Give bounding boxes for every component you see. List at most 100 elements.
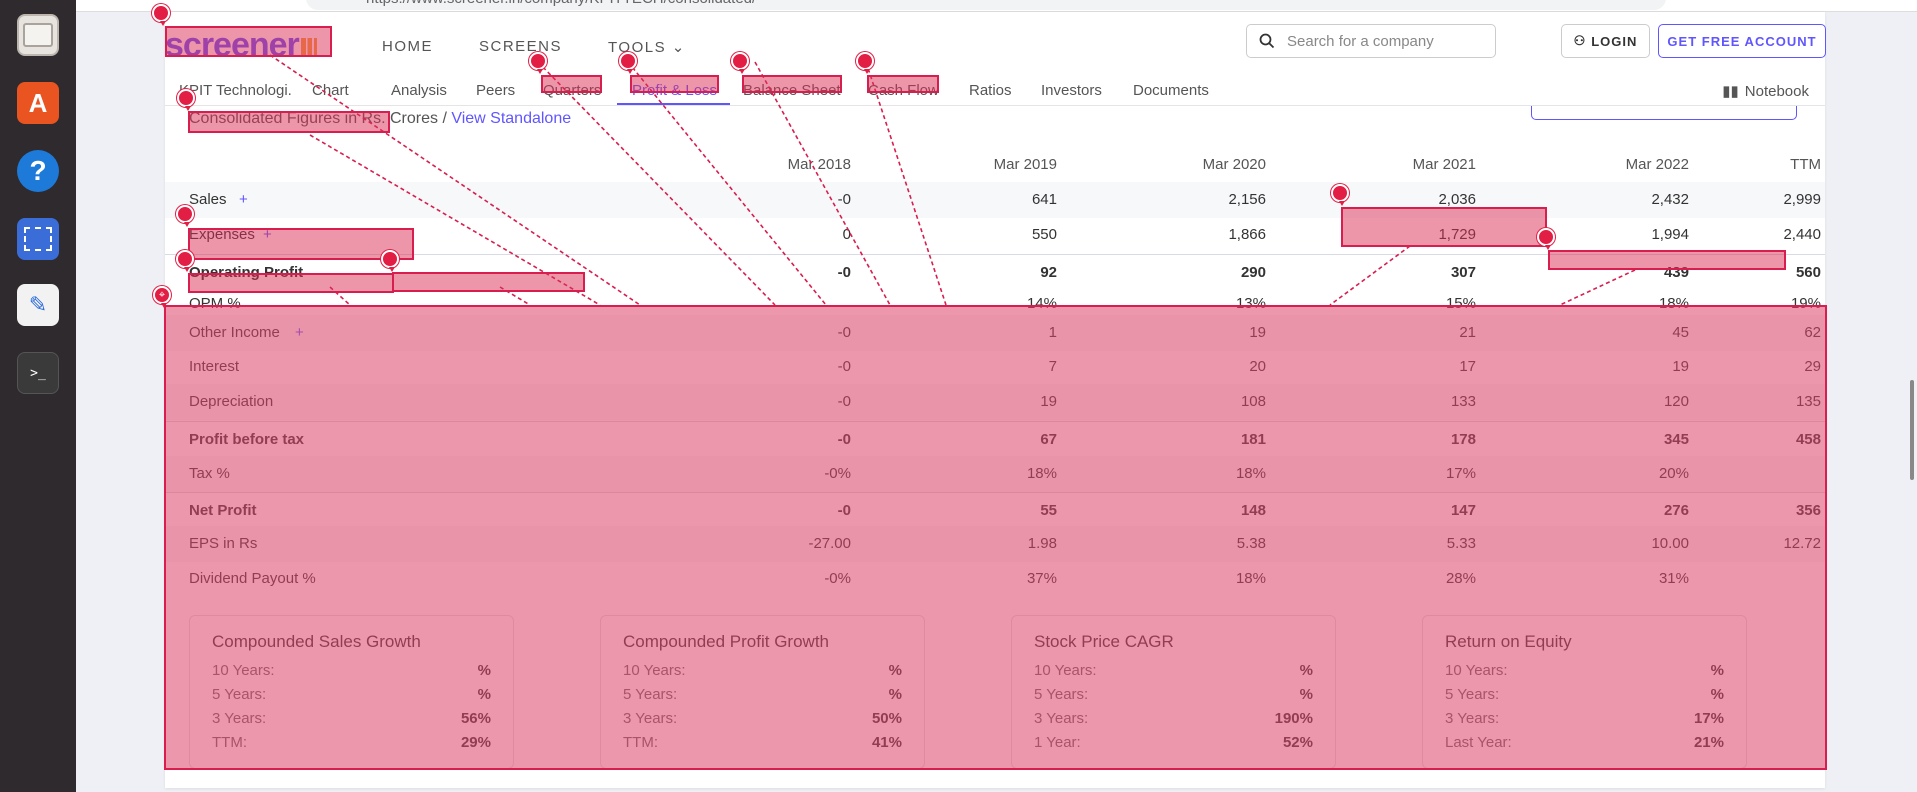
tab-company-name[interactable]: KPIT Technologi. <box>179 82 292 99</box>
login-button[interactable]: ⚇ LOGIN <box>1561 24 1650 58</box>
row-label: Operating Profit <box>189 264 304 281</box>
table-row: Other Income + -0 1 19 21 45 62 <box>165 315 1825 351</box>
screenshot-icon[interactable] <box>17 218 59 260</box>
table-cell: 2,440 <box>1783 226 1821 243</box>
table-cell: 18% <box>1026 465 1057 482</box>
tab-peers[interactable]: Peers <box>476 82 515 99</box>
search-input[interactable] <box>1287 32 1477 50</box>
search-box[interactable] <box>1246 24 1496 58</box>
column-header: Mar 2019 <box>993 156 1057 173</box>
growth-period: 3 Years: <box>1445 709 1500 727</box>
table-cell: 458 <box>1795 431 1821 448</box>
growth-period: 3 Years: <box>212 709 267 727</box>
nav-tools[interactable]: TOOLS ⌄ <box>608 38 686 56</box>
table-cell: 18% <box>1235 570 1266 587</box>
url-bar[interactable]: https://www.screener.in/company/KPITTECH… <box>306 0 1666 10</box>
table-cell: 20 <box>1249 358 1266 375</box>
help-icon[interactable]: ? <box>17 150 59 192</box>
tab-analysis[interactable]: Analysis <box>391 82 447 99</box>
row-label[interactable]: Expenses <box>189 226 255 243</box>
growth-line: 10 Years:% <box>623 658 902 682</box>
growth-value: % <box>888 685 902 703</box>
row-label[interactable]: Sales <box>189 191 227 208</box>
section-action-box[interactable] <box>1531 106 1797 120</box>
tab-documents[interactable]: Documents <box>1133 82 1209 99</box>
get-free-account-button[interactable]: GET FREE ACCOUNT <box>1658 24 1826 58</box>
growth-value: 17% <box>1693 709 1724 727</box>
table-cell: 120 <box>1663 393 1689 410</box>
growth-line: 3 Years: 17% <box>1445 706 1724 730</box>
tab-quarters[interactable]: Quarters <box>543 82 601 99</box>
app-store-icon[interactable]: A <box>17 82 59 124</box>
table-cell: -0 <box>837 431 851 448</box>
table-cell: 7 <box>1048 358 1057 375</box>
table-cell: -0 <box>837 393 851 410</box>
growth-card: Compounded Profit Growth 10 Years:% 5 Year… <box>600 615 925 769</box>
chevron-down-icon: ⌄ <box>671 39 686 56</box>
row-label: Net Profit <box>189 502 257 519</box>
table-cell: 62 <box>1804 324 1821 341</box>
column-header: Mar 2020 <box>1202 156 1266 173</box>
expand-plus-icon[interactable]: + <box>263 226 272 243</box>
tab-investors[interactable]: Investors <box>1041 82 1102 99</box>
table-cell: 345 <box>1663 431 1689 448</box>
table-cell: 17 <box>1459 358 1476 375</box>
scrollbar-thumb[interactable] <box>1910 380 1914 480</box>
growth-line: 5 Years:% <box>1034 682 1313 706</box>
browser-toolbar: https://www.screener.in/company/KPITTECH… <box>76 0 1917 12</box>
view-standalone-link[interactable]: View Standalone <box>451 110 571 127</box>
files-icon[interactable] <box>17 14 59 56</box>
growth-period: 5 Years: <box>212 685 267 703</box>
tab-profit-loss[interactable]: Profit & Loss <box>632 82 717 99</box>
row-label: Profit before tax <box>189 431 305 448</box>
growth-card: Compounded Sales Growth 10 Years:% 5 Years… <box>189 615 514 769</box>
table-cell: 147 <box>1450 502 1476 519</box>
table-cell: 45 <box>1672 324 1689 341</box>
notebook-link[interactable]: ▮▮ Notebook <box>1722 82 1809 101</box>
user-icon: ⚇ <box>1573 33 1587 48</box>
growth-card-title: Return on Equity <box>1445 632 1572 651</box>
table-row: Interest -0 7 20 17 19 29 <box>165 349 1825 385</box>
table-cell: 67 <box>1040 431 1057 448</box>
table-cell: 356 <box>1795 502 1821 519</box>
tab-chart[interactable]: Chart <box>312 82 349 99</box>
company-subnav: KPIT Technologi. Chart Analysis Peers Qu… <box>165 74 1825 106</box>
growth-line: 1 Year: 52% <box>1034 730 1313 754</box>
nav-screens[interactable]: SCREENS <box>479 38 562 56</box>
table-cell: 560 <box>1795 264 1821 281</box>
table-cell: 276 <box>1663 502 1689 519</box>
text-editor-icon[interactable]: ✎ <box>17 284 59 326</box>
nav-home[interactable]: HOME <box>382 38 433 56</box>
growth-value: 52% <box>1282 733 1313 751</box>
expand-plus-icon[interactable]: + <box>295 324 304 341</box>
table-cell: 1,994 <box>1651 226 1689 243</box>
content-card: screener HOME SCREENS TOOLS ⌄ ⚇LOGIN GET… <box>165 12 1826 788</box>
table-row: Depreciation -0 19 108 133 120 135 <box>165 384 1825 420</box>
growth-value: % <box>1299 661 1313 679</box>
table-cell: 31% <box>1658 570 1689 587</box>
row-label[interactable]: Other Income <box>189 324 280 341</box>
table-cell: 550 <box>1031 226 1057 243</box>
terminal-icon[interactable]: >_ <box>17 352 59 394</box>
tab-balance-sheet[interactable]: Balance Sheet <box>743 82 841 99</box>
table-cell: 18% <box>1658 295 1689 312</box>
table-cell: 2,999 <box>1783 191 1821 208</box>
table-cell: 5.38 <box>1236 535 1266 552</box>
tab-ratios[interactable]: Ratios <box>969 82 1012 99</box>
table-cell: 92 <box>1040 264 1057 281</box>
table-row: Dividend Payout % -0% 37% 18% 28% 31% <box>165 561 1825 597</box>
table-cell: -0 <box>837 358 851 375</box>
table-cell: 1.98 <box>1027 535 1057 552</box>
table-row: Sales + -0 641 2,156 2,036 2,432 2,999 <box>165 182 1825 218</box>
expand-plus-icon[interactable]: + <box>239 191 248 208</box>
column-header: Mar 2022 <box>1625 156 1689 173</box>
screener-logo[interactable]: screener <box>165 26 317 65</box>
growth-card: Return on Equity 10 Years:% 5 Years:% 3 Yea… <box>1422 615 1747 769</box>
table-cell: 10.00 <box>1651 535 1689 552</box>
search-icon <box>1259 33 1275 49</box>
table-cell: 19 <box>1672 358 1689 375</box>
growth-period: 10 Years: <box>212 661 275 679</box>
tab-cash-flow[interactable]: Cash Flow <box>868 82 939 99</box>
growth-value: 41% <box>871 733 902 751</box>
table-cell: 17% <box>1445 465 1476 482</box>
